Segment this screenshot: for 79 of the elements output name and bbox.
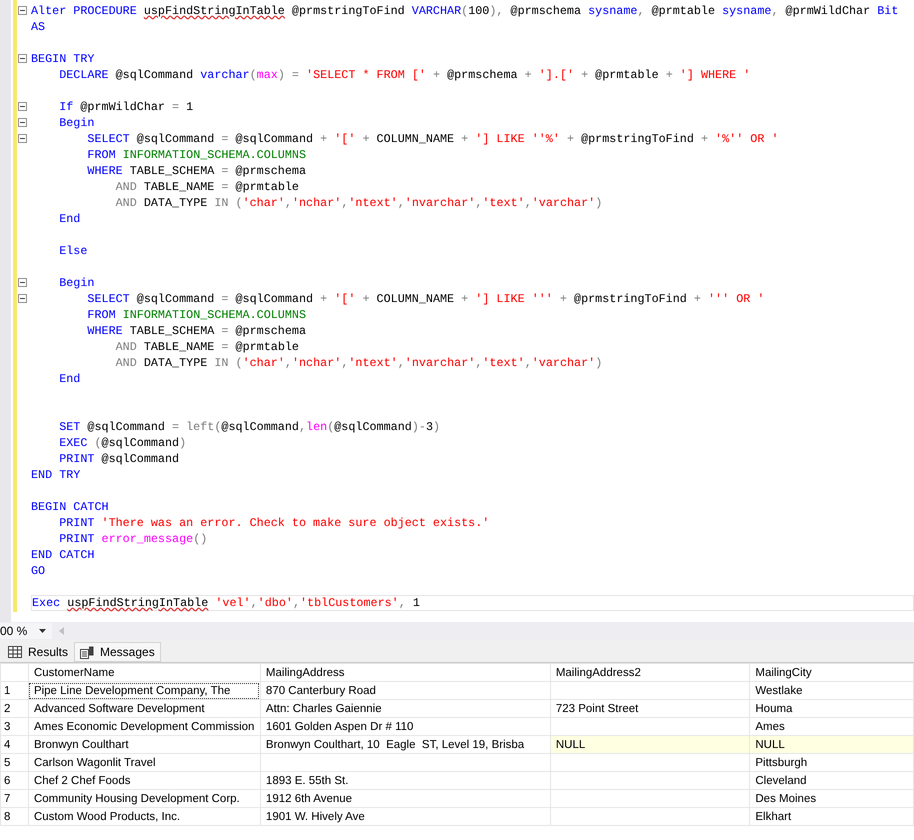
code-line: EXEC (@sqlCommand) [58,435,188,451]
table-cell: Elkhart [750,808,914,826]
row-number[interactable]: 5 [0,754,28,772]
scroll-left-icon [59,627,65,635]
table-cell: 1893 E. 55th St. [260,772,550,790]
code-line: BEGIN CATCH [31,499,110,515]
code-line: END CATCH [31,547,96,563]
table-cell: 1912 6th Avenue [260,790,550,808]
collapse-icon[interactable] [18,6,27,15]
code-line: End [58,211,82,227]
code-line: Else [58,243,88,259]
table-cell: 1601 Golden Aspen Dr # 110 [260,718,550,736]
row-number[interactable]: 1 [0,682,28,700]
table-cell: NULL [550,736,750,754]
code-line: Begin [58,275,96,291]
code-line: END TRY [31,467,82,483]
collapse-icon[interactable] [18,294,27,303]
table-cell: Westlake [750,682,914,700]
code-line: WHERE TABLE_SCHEMA = @prmschema [86,323,308,339]
code-line: End [58,371,82,387]
code-editor[interactable] [0,0,914,622]
collapse-icon[interactable] [18,102,27,111]
table-cell: Houma [750,700,914,718]
code-line: PRINT 'There was an error. Check to make sure object exists.' [58,515,490,531]
code-line: DECLARE @sqlCommand varchar(max) = 'SELECT * FROM [' + @prmschema + '].[' + @prmtable + '] WHERE ' [58,67,752,83]
table-cell: 723 Point Street [550,700,750,718]
table-cell: Cleveland [750,772,914,790]
column-header[interactable]: MailingCity [750,664,914,682]
code-line: WHERE TABLE_SCHEMA = @prmschema [86,163,308,179]
row-number[interactable]: 6 [0,772,28,790]
code-line: SELECT @sqlCommand = @sqlCommand + '[' + COLUMN_NAME + '] LIKE ''' + @prmstringToFind + ''' OR ' [86,291,766,307]
table-cell: 870 Canterbury Road [260,682,550,700]
code-line: SET @sqlCommand = left(@sqlCommand,len(@sqlCommand)-3) [58,419,442,435]
table-cell: Bronwyn Coulthart, 10 Eagle ST, Level 19, Brisba [260,736,550,754]
table-cell: Community Housing Development Corp. [28,790,260,808]
code-line: AND TABLE_NAME = @prmtable [114,339,300,355]
row-number[interactable]: 7 [0,790,28,808]
table-cell: Des Moines [750,790,914,808]
code-line: SELECT @sqlCommand = @sqlCommand + '[' + COLUMN_NAME + '] LIKE ''%' + @prmstringToFind + '%'' OR ' [86,131,780,147]
code-line: AND DATA_TYPE IN ('char','nchar','ntext','nvarchar','text','varchar') [114,355,604,371]
table-cell: Pipe Line Development Company, The [28,682,260,700]
table-cell: Custom Wood Products, Inc. [28,808,260,826]
row-number[interactable]: 8 [0,808,28,826]
code-line: FROM INFORMATION_SCHEMA.COLUMNS [86,147,308,163]
code-line: PRINT error_message() [58,531,208,547]
row-number[interactable]: 4 [0,736,28,754]
column-header[interactable]: MailingAddress2 [550,664,750,682]
caret-icon [39,629,46,633]
table-cell: Chef 2 Chef Foods [28,772,260,790]
code-line: Begin [58,115,96,131]
code-line: Alter PROCEDURE uspFindStringInTable @prmstringToFind VARCHAR(100), @prmschema sysname, @prmtable sysname, @prmWildChar Bit [31,3,900,19]
table-cell: Bronwyn Coulthart [28,736,260,754]
table-cell: Carlson Wagonlit Travel [28,754,260,772]
table-cell: Attn: Charles Gaiennie [260,700,550,718]
table-cell: Pittsburgh [750,754,914,772]
collapse-icon[interactable] [18,118,27,127]
document-icon [80,646,94,658]
table-cell: Advanced Software Development [28,700,260,718]
column-header[interactable]: CustomerName [28,664,260,682]
table-cell: 1901 W. Hively Ave [260,808,550,826]
code-line: PRINT @sqlCommand [58,451,180,467]
results-tab[interactable]: Messages [74,642,161,662]
row-number[interactable]: 3 [0,718,28,736]
code-line: AND TABLE_NAME = @prmtable [114,179,300,195]
column-header[interactable]: MailingAddress [260,664,550,682]
row-number[interactable]: 2 [0,700,28,718]
table-cell: NULL [750,736,914,754]
zoom-dropdown[interactable]: 00 % [0,623,52,639]
collapse-icon[interactable] [18,134,27,143]
code-line: FROM INFORMATION_SCHEMA.COLUMNS [86,307,308,323]
code-line: BEGIN TRY [31,51,96,67]
code-line: If @prmWildChar = 1 [58,99,194,115]
code-line: AS [31,19,46,35]
grid-icon [8,646,22,658]
collapse-icon[interactable] [18,278,27,287]
code-line: GO [31,563,46,579]
table-cell: Ames Economic Development Commission [28,718,260,736]
code-line: AND DATA_TYPE IN ('char','nchar','ntext','nvarchar','text','varchar') [114,195,604,211]
collapse-icon[interactable] [18,54,27,63]
